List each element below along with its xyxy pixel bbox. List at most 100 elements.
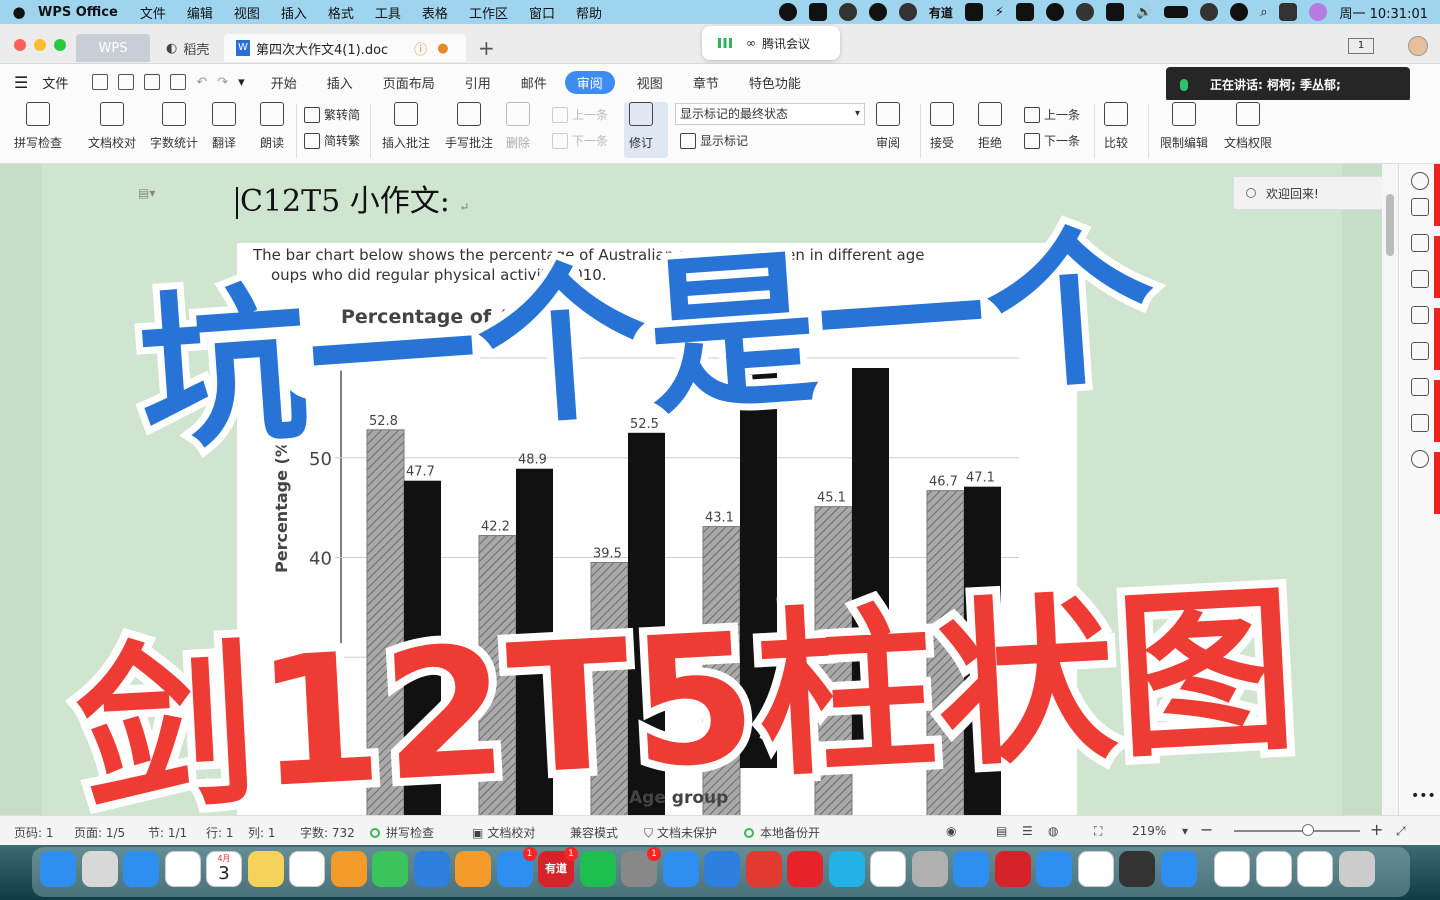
status-wordcount[interactable]: 字数: 732: [300, 824, 355, 841]
keynote-icon[interactable]: [413, 851, 450, 887]
read-aloud-button[interactable]: 朗读: [260, 102, 284, 151]
insert-comment-button[interactable]: 插入批注: [382, 102, 430, 151]
tab-references[interactable]: 引用: [465, 73, 491, 92]
menu-format[interactable]: 格式: [328, 3, 354, 22]
wechat-app-icon[interactable]: [579, 851, 616, 887]
status-spell-check[interactable]: 拼写检查: [370, 824, 434, 841]
status-proof[interactable]: ▣ 文档校对: [472, 824, 535, 841]
tab-view[interactable]: 视图: [637, 73, 663, 92]
page-indicator-icon[interactable]: 1: [1348, 38, 1374, 54]
next-change-button[interactable]: 下一条: [1024, 132, 1080, 149]
zoom-in-button[interactable]: +: [1370, 820, 1383, 839]
hand-comment-button[interactable]: 手写批注: [445, 102, 493, 151]
tab-daoke[interactable]: ◐ 稻壳: [154, 34, 221, 62]
skype-icon[interactable]: [662, 851, 699, 887]
books-icon[interactable]: [455, 851, 491, 887]
app-store-icon[interactable]: 1: [496, 847, 537, 887]
wps-tray-icon[interactable]: [808, 3, 827, 21]
restrict-edit-button[interactable]: 限制编辑: [1160, 102, 1208, 151]
app-name-menu[interactable]: WPS Office: [38, 5, 118, 20]
status-pages[interactable]: 页面: 1/5: [74, 824, 125, 841]
apple-menu-icon[interactable]: ●: [0, 3, 38, 21]
shield-tray-icon[interactable]: [964, 3, 983, 21]
calendar-icon[interactable]: 4月 3: [206, 851, 242, 887]
close-window-button[interactable]: [14, 39, 26, 51]
qq-icon[interactable]: [1077, 851, 1114, 887]
image-icon[interactable]: [1411, 378, 1429, 396]
word-count-button[interactable]: 字数统计: [150, 102, 198, 151]
cloud-tray-icon[interactable]: [898, 3, 917, 21]
moon-icon[interactable]: [1046, 3, 1064, 21]
simp-to-trad-button[interactable]: 简转繁: [304, 132, 360, 149]
link-icon[interactable]: [1200, 3, 1219, 21]
settings-icon[interactable]: 1: [621, 847, 661, 887]
netease-music-icon[interactable]: [745, 851, 782, 887]
new-tab-button[interactable]: +: [478, 36, 495, 60]
zoom-slider-handle[interactable]: [1302, 824, 1314, 836]
reminders-icon[interactable]: [164, 851, 201, 887]
menu-table[interactable]: 表格: [422, 3, 448, 22]
menu-file[interactable]: 文件: [140, 3, 166, 22]
clock[interactable]: 周一 10:31:01: [1339, 3, 1428, 22]
doc-permission-button[interactable]: 文档权限: [1224, 102, 1272, 151]
export-icon[interactable]: [118, 74, 135, 90]
scroll-top-icon[interactable]: [1411, 172, 1429, 190]
feishu-icon[interactable]: [1036, 851, 1072, 887]
meeting-pill[interactable]: ∞ 腾讯会议: [702, 26, 840, 60]
sliders-icon[interactable]: [1411, 270, 1429, 288]
photos-icon[interactable]: [289, 851, 325, 887]
wps-app-icon[interactable]: [787, 851, 823, 887]
next-comment-button[interactable]: 下一条: [552, 132, 608, 149]
launchpad-icon[interactable]: [81, 851, 118, 887]
accept-button[interactable]: 接受: [930, 102, 954, 151]
finder-icon[interactable]: [40, 851, 76, 887]
prev-comment-button[interactable]: 上一条: [552, 106, 608, 123]
tab-mail[interactable]: 邮件: [521, 73, 547, 92]
page-view-icon[interactable]: ▤: [996, 824, 1007, 838]
notes-icon[interactable]: [247, 851, 284, 887]
pages-icon[interactable]: [330, 851, 367, 887]
save-icon[interactable]: [92, 74, 109, 90]
tab-insert[interactable]: 插入: [327, 73, 353, 92]
more-icon[interactable]: •••: [1411, 788, 1436, 804]
arrow-tray-icon[interactable]: [1016, 3, 1034, 21]
shape-icon[interactable]: [1411, 306, 1429, 324]
youdao-app-icon[interactable]: 有道 1: [538, 847, 578, 887]
maximize-window-button[interactable]: [54, 39, 66, 51]
menu-edit[interactable]: 编辑: [187, 3, 213, 22]
zoom-out-button[interactable]: −: [1200, 820, 1213, 839]
review-pane-button[interactable]: 审阅: [876, 102, 900, 151]
acrobat-icon[interactable]: [994, 851, 1031, 887]
eye-mode-icon[interactable]: ◉: [946, 824, 956, 838]
zoom-slider[interactable]: [1234, 830, 1360, 832]
tab-page-layout[interactable]: 页面布局: [383, 73, 435, 92]
volume-icon[interactable]: 🔊: [1136, 5, 1152, 20]
paragraph-menu-icon[interactable]: ▤▾: [138, 186, 155, 200]
mark-state-dropdown[interactable]: 显示标记的最终状态: [675, 103, 865, 125]
record-icon[interactable]: [778, 3, 797, 21]
spell-check-button[interactable]: 拼写检查: [14, 102, 62, 151]
file-menu[interactable]: 文件: [42, 73, 68, 92]
show-marks-button[interactable]: 显示标记: [680, 132, 748, 149]
sync-icon[interactable]: [1106, 3, 1124, 21]
folder-app-icon[interactable]: [704, 851, 740, 887]
menu-help[interactable]: 帮助: [576, 3, 602, 22]
trash-icon[interactable]: [1338, 851, 1375, 887]
edit-doc-icon[interactable]: [1411, 342, 1429, 360]
print-icon[interactable]: [144, 74, 161, 90]
numbers-icon[interactable]: [372, 851, 408, 887]
bolt-icon[interactable]: ⚡: [995, 5, 1004, 20]
status-backup[interactable]: 本地备份开: [744, 824, 820, 841]
menu-insert[interactable]: 插入: [281, 3, 307, 22]
power-app-icon[interactable]: [1119, 851, 1155, 887]
history-icon[interactable]: [1411, 450, 1429, 468]
revise-button[interactable]: 修订: [629, 102, 653, 151]
vertical-scrollbar[interactable]: [1382, 164, 1398, 815]
check-icon[interactable]: [1230, 3, 1249, 21]
doc-proof-button[interactable]: 文档校对: [88, 102, 136, 151]
fit-page-icon[interactable]: ⛶: [1094, 824, 1102, 839]
preview-icon[interactable]: [170, 74, 187, 90]
minimize-window-button[interactable]: [34, 39, 46, 51]
menu-view[interactable]: 视图: [234, 3, 260, 22]
delete-comment-button[interactable]: 删除: [506, 102, 530, 151]
